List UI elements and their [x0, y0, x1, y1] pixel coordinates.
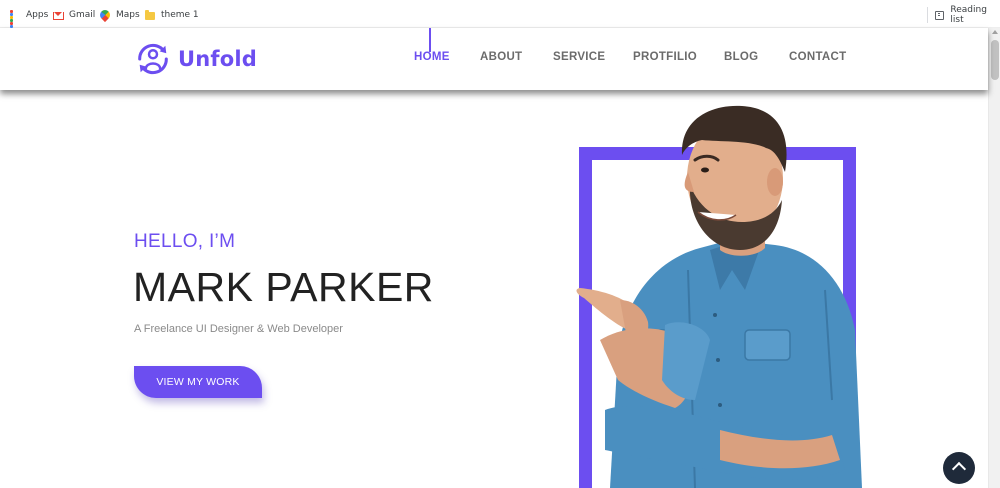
nav-contact[interactable]: CONTACT	[789, 51, 846, 63]
bookmark-theme-1[interactable]: theme 1	[145, 8, 199, 22]
back-to-top-button[interactable]	[943, 452, 975, 484]
view-my-work-button[interactable]: VIEW MY WORK	[134, 366, 262, 398]
maps-icon	[97, 7, 113, 22]
page-scrollbar[interactable]	[988, 28, 1000, 488]
gmail-icon	[53, 10, 64, 21]
hero-tagline: A Freelance UI Designer & Web Developer	[134, 323, 343, 335]
chevron-up-icon	[951, 461, 967, 477]
bookmark-label: theme 1	[161, 10, 199, 20]
bookmark-maps[interactable]: Maps	[97, 7, 140, 22]
hero-greeting: HELLO, I’M	[134, 231, 236, 252]
folder-icon	[145, 9, 156, 21]
logo-text: Unfold	[178, 47, 257, 71]
bookmarks-divider	[927, 7, 928, 23]
bookmark-label: Gmail	[69, 10, 96, 20]
nav-blog[interactable]: BLOG	[724, 51, 758, 63]
nav-about[interactable]: ABOUT	[480, 51, 522, 63]
reading-list-label: Reading list	[950, 5, 987, 25]
man-pointing-portrait	[576, 105, 862, 488]
site-header: Unfold HOME ABOUT SERVICE PROTFILIO BLOG…	[0, 28, 988, 90]
bookmark-apps[interactable]: Apps	[10, 8, 49, 37]
bookmark-label: Maps	[116, 10, 140, 20]
active-nav-indicator	[429, 28, 431, 52]
reading-list-icon	[935, 10, 945, 21]
hero-name: MARK PARKER	[133, 264, 434, 310]
reading-list-button[interactable]: Reading list	[935, 5, 1000, 25]
nav-portfolio[interactable]: PROTFILIO	[633, 51, 697, 63]
scroll-up-arrow-icon[interactable]	[992, 30, 998, 34]
scrollbar-thumb[interactable]	[991, 40, 999, 80]
bookmark-label: Apps	[26, 10, 49, 20]
site-logo[interactable]: Unfold	[134, 40, 257, 78]
bookmark-gmail[interactable]: Gmail	[53, 8, 95, 22]
nav-home[interactable]: HOME	[414, 51, 450, 63]
bookmarks-bar: Apps Gmail Maps theme 1 Reading list	[0, 0, 1000, 37]
apps-grid-icon	[10, 9, 21, 37]
nav-service[interactable]: SERVICE	[553, 51, 605, 63]
user-circle-arrows-icon	[138, 43, 168, 75]
